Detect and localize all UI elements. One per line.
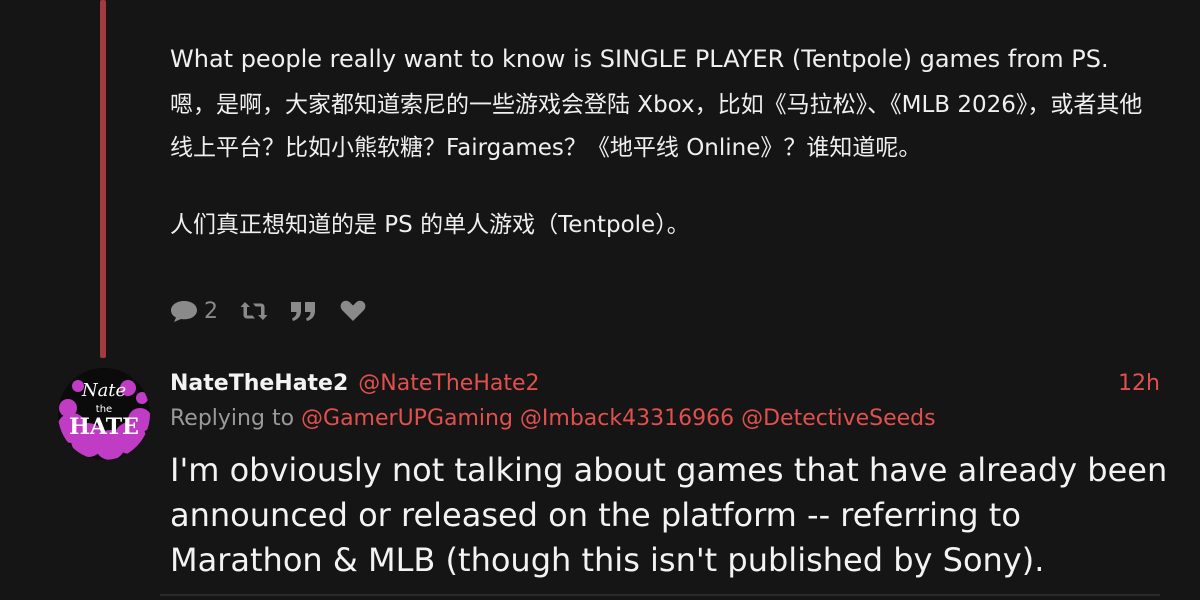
quote-button[interactable] xyxy=(290,300,318,322)
replying-to: Replying to @GamerUPGaming @Imback433169… xyxy=(170,404,936,434)
thread-line xyxy=(100,0,106,358)
mention-link[interactable]: @Imback43316966 xyxy=(520,406,734,431)
tweet-header: NateTheHate2 @NateTheHate2 12h xyxy=(170,368,1160,400)
retweet-icon xyxy=(240,300,268,322)
user-handle[interactable]: @NateTheHate2 xyxy=(358,371,539,396)
replying-label: Replying to xyxy=(170,406,295,431)
display-name[interactable]: NateTheHate2 xyxy=(170,371,348,396)
mention-link[interactable]: @DetectiveSeeds xyxy=(741,406,936,431)
like-button[interactable] xyxy=(340,300,366,322)
reply-count: 2 xyxy=(204,298,218,324)
tweet-time[interactable]: 12h xyxy=(1118,368,1160,400)
divider xyxy=(160,594,1160,596)
retweet-button[interactable] xyxy=(240,300,268,322)
tweet-parent: What people really want to know is SINGL… xyxy=(170,40,1170,240)
mention-link[interactable]: @GamerUPGaming xyxy=(301,406,513,431)
quote-icon xyxy=(290,300,318,322)
avatar[interactable]: Nate the HATE xyxy=(58,368,150,460)
avatar-text-bottom: HATE xyxy=(69,414,139,440)
avatar-text-top: Nate xyxy=(81,380,126,401)
tweet-text-en: What people really want to know is SINGL… xyxy=(170,45,1109,73)
tweet-actions: 2 xyxy=(170,293,366,329)
tweet-text-cn-2: 人们真正想知道的是 PS 的单人游戏（Tentpole）。 xyxy=(170,212,690,238)
tweet-body: I'm obviously not talking about games th… xyxy=(170,451,1168,579)
reply-icon xyxy=(170,299,198,323)
like-icon xyxy=(340,300,366,322)
reply-button[interactable]: 2 xyxy=(170,299,218,324)
tweet-text-cn-1: 嗯，是啊，大家都知道索尼的一些游戏会登陆 Xbox，比如《马拉松》、《MLB 2… xyxy=(170,92,1143,161)
